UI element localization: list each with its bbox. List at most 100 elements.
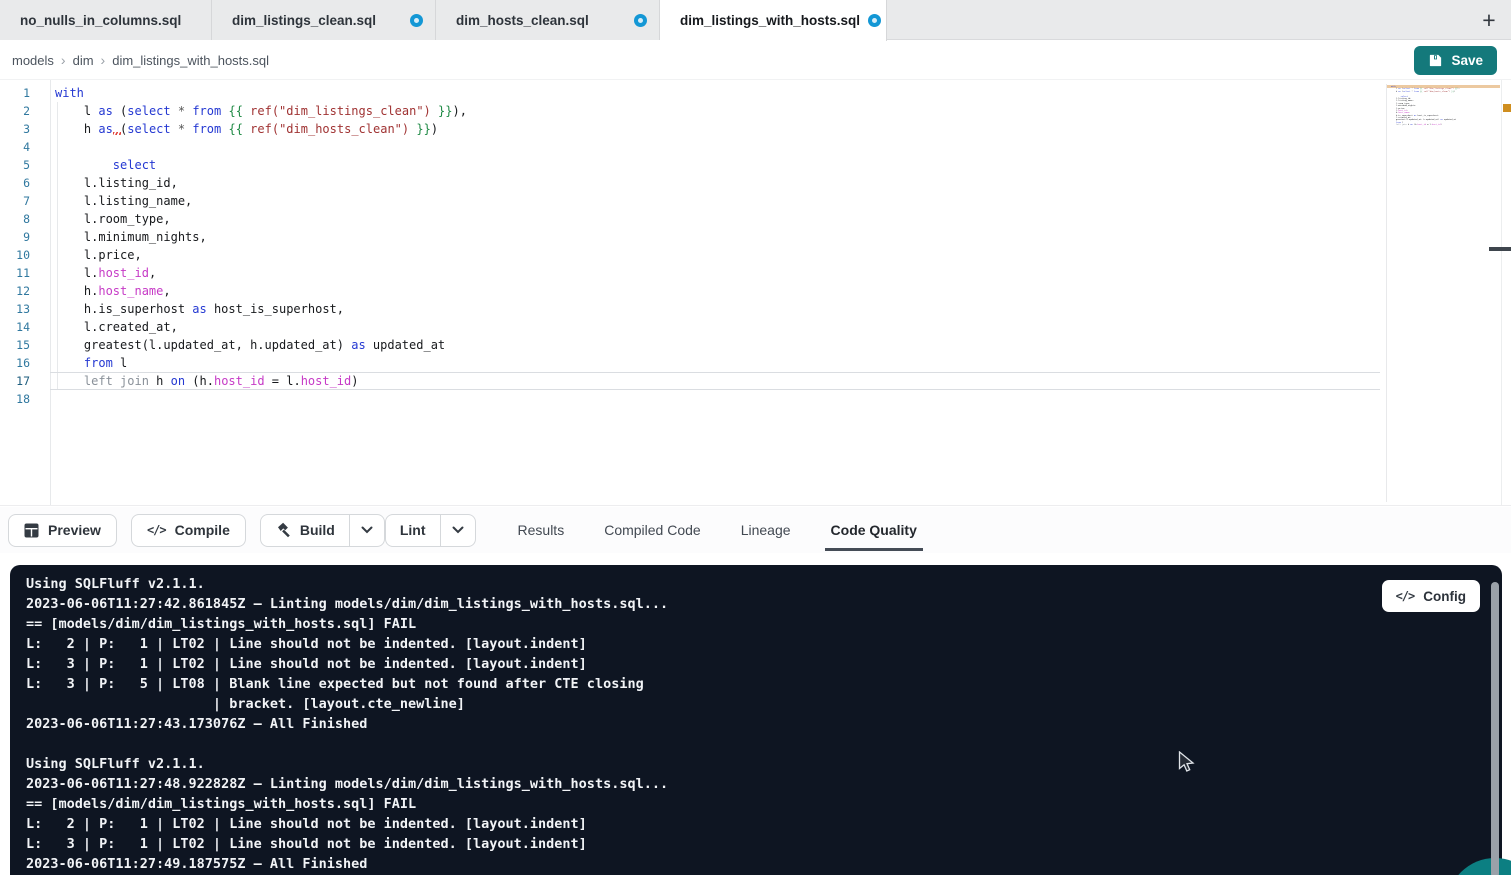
preview-table-icon: [24, 523, 39, 538]
breadcrumb-file[interactable]: dim_listings_with_hosts.sql: [112, 53, 269, 68]
code-line[interactable]: 13 h.is_superhost as host_is_superhost,: [0, 300, 1380, 318]
code-token: greatest(l.updated_at, h.updated_at): [55, 338, 351, 352]
lint-button[interactable]: Lint: [386, 515, 440, 546]
build-button[interactable]: Build: [261, 515, 349, 546]
editor-scroll-indicator[interactable]: [1489, 247, 1511, 251]
code-line[interactable]: 4: [0, 138, 1380, 156]
code-token: ref("dim_hosts_clean"): [250, 122, 409, 136]
code-line[interactable]: 9 l.minimum_nights,: [0, 228, 1380, 246]
tab-dim-listings-clean[interactable]: dim_listings_clean.sql: [212, 0, 436, 40]
code-line[interactable]: 3 h as (select * from {{ ref("dim_hosts_…: [0, 120, 1380, 138]
code-token: ),: [452, 104, 466, 118]
code-token: host_id: [98, 266, 149, 280]
minimap-token: ref("dim_hosts_clean"): [1424, 91, 1451, 93]
tab-compiled-code[interactable]: Compiled Code: [604, 507, 701, 553]
tab-lineage[interactable]: Lineage: [741, 507, 791, 553]
tab-no-nulls-in-columns[interactable]: no_nulls_in_columns.sql: [0, 0, 212, 40]
code-token: {{: [228, 122, 242, 136]
code-line[interactable]: 16 from l: [0, 354, 1380, 372]
unsaved-changes-icon: [410, 14, 423, 27]
code-token: l: [55, 104, 98, 118]
code-line[interactable]: 15 greatest(l.updated_at, h.updated_at) …: [0, 336, 1380, 354]
minimap[interactable]: with l as (select * from {{ ref("dim_lis…: [1386, 84, 1500, 502]
code-text: h as (select * from {{ ref("dim_hosts_cl…: [55, 120, 438, 138]
unsaved-changes-icon: [634, 14, 647, 27]
build-label: Build: [300, 522, 335, 538]
terminal-line: 2023-06-06T11:27:43.173076Z — All Finish…: [26, 714, 1472, 734]
code-token: with: [55, 86, 84, 100]
code-token: l.created_at,: [55, 320, 178, 334]
code-token: host_id: [214, 374, 265, 388]
code-line[interactable]: 7 l.listing_name,: [0, 192, 1380, 210]
code-token: select: [113, 158, 156, 172]
code-token: ,: [163, 284, 170, 298]
code-text: greatest(l.updated_at, h.updated_at) as …: [55, 336, 445, 354]
tab-label: dim_listings_clean.sql: [232, 13, 376, 28]
terminal-line: == [models/dim/dim_listings_with_hosts.s…: [26, 614, 1472, 634]
overview-ruler[interactable]: [1501, 80, 1511, 505]
code-line[interactable]: 12 h.host_name,: [0, 282, 1380, 300]
line-number: 12: [0, 282, 30, 300]
breadcrumb: models › dim › dim_listings_with_hosts.s…: [12, 52, 269, 68]
code-line[interactable]: 18: [0, 390, 1380, 408]
code-token: host_name: [98, 284, 163, 298]
code-text: l.listing_name,: [55, 192, 192, 210]
code-line[interactable]: 17 left join h on (h.host_id = l.host_id…: [0, 372, 1380, 390]
chevron-down-icon: [452, 526, 464, 534]
code-line[interactable]: 2 l as (select * from {{ ref("dim_listin…: [0, 102, 1380, 120]
code-text: l.host_id,: [55, 264, 156, 282]
code-editor[interactable]: 1 with 2 l as (select * from {{ ref("dim_l…: [0, 80, 1511, 506]
code-line[interactable]: 6 l.listing_id,: [0, 174, 1380, 192]
line-number: 3: [0, 120, 30, 138]
tab-code-quality[interactable]: Code Quality: [831, 507, 917, 553]
code-line[interactable]: 5 select: [0, 156, 1380, 174]
line-number: 14: [0, 318, 30, 336]
breadcrumb-row: models › dim › dim_listings_with_hosts.s…: [0, 41, 1511, 80]
breadcrumb-models[interactable]: models: [12, 53, 54, 68]
code-lines: 1 with 2 l as (select * from {{ ref("dim_l…: [0, 84, 1380, 408]
breadcrumb-dim[interactable]: dim: [73, 53, 94, 68]
code-line[interactable]: 11 l.host_id,: [0, 264, 1380, 282]
line-number: 11: [0, 264, 30, 282]
lint-options-dropdown[interactable]: [440, 515, 475, 546]
line-number: 4: [0, 138, 30, 156]
terminal-scrollbar[interactable]: [1491, 582, 1499, 875]
line-number: 18: [0, 390, 30, 408]
code-text: l.listing_id,: [55, 174, 178, 192]
terminal-output: Using SQLFluff v2.1.1.2023-06-06T11:27:4…: [26, 574, 1472, 874]
new-tab-button[interactable]: +: [1475, 6, 1503, 34]
tab-dim-listings-with-hosts[interactable]: dim_listings_with_hosts.sql: [660, 0, 887, 41]
save-button[interactable]: Save: [1414, 46, 1497, 75]
terminal-line: L: 2 | P: 1 | LT02 | Line should not be …: [26, 634, 1472, 654]
code-line[interactable]: 10 l.price,: [0, 246, 1380, 264]
tab-dim-hosts-clean[interactable]: dim_hosts_clean.sql: [436, 0, 660, 40]
config-button[interactable]: </> Config: [1382, 580, 1480, 612]
preview-button[interactable]: Preview: [8, 514, 117, 547]
lint-output-terminal: Using SQLFluff v2.1.1.2023-06-06T11:27:4…: [10, 565, 1502, 875]
ide-window: no_nulls_in_columns.sql dim_listings_cle…: [0, 0, 1511, 875]
code-token: h.is_superhost: [55, 302, 192, 316]
code-line[interactable]: 1 with: [0, 84, 1380, 102]
code-line[interactable]: 14 l.created_at,: [0, 318, 1380, 336]
compile-button[interactable]: </> Compile: [131, 514, 246, 547]
code-token: }}: [416, 122, 430, 136]
line-number: 17: [0, 372, 30, 390]
tab-results[interactable]: Results: [518, 507, 565, 553]
code-token: l.listing_name,: [55, 194, 192, 208]
code-token: [431, 104, 438, 118]
build-options-dropdown[interactable]: [349, 515, 384, 546]
save-floppy-icon: [1428, 53, 1443, 68]
code-token: from: [192, 122, 221, 136]
breadcrumb-separator: ›: [101, 52, 106, 68]
line-number: 7: [0, 192, 30, 210]
code-token: updated_at: [366, 338, 445, 352]
minimap-token: left join: [1396, 124, 1407, 126]
line-number: 1: [0, 84, 30, 102]
code-token: l.: [55, 266, 98, 280]
code-token: *: [178, 104, 185, 118]
code-text: h.host_name,: [55, 282, 171, 300]
chevron-down-icon: [361, 526, 373, 534]
code-token: host_id: [301, 374, 352, 388]
build-split-button: Build: [260, 514, 385, 547]
code-line[interactable]: 8 l.room_type,: [0, 210, 1380, 228]
